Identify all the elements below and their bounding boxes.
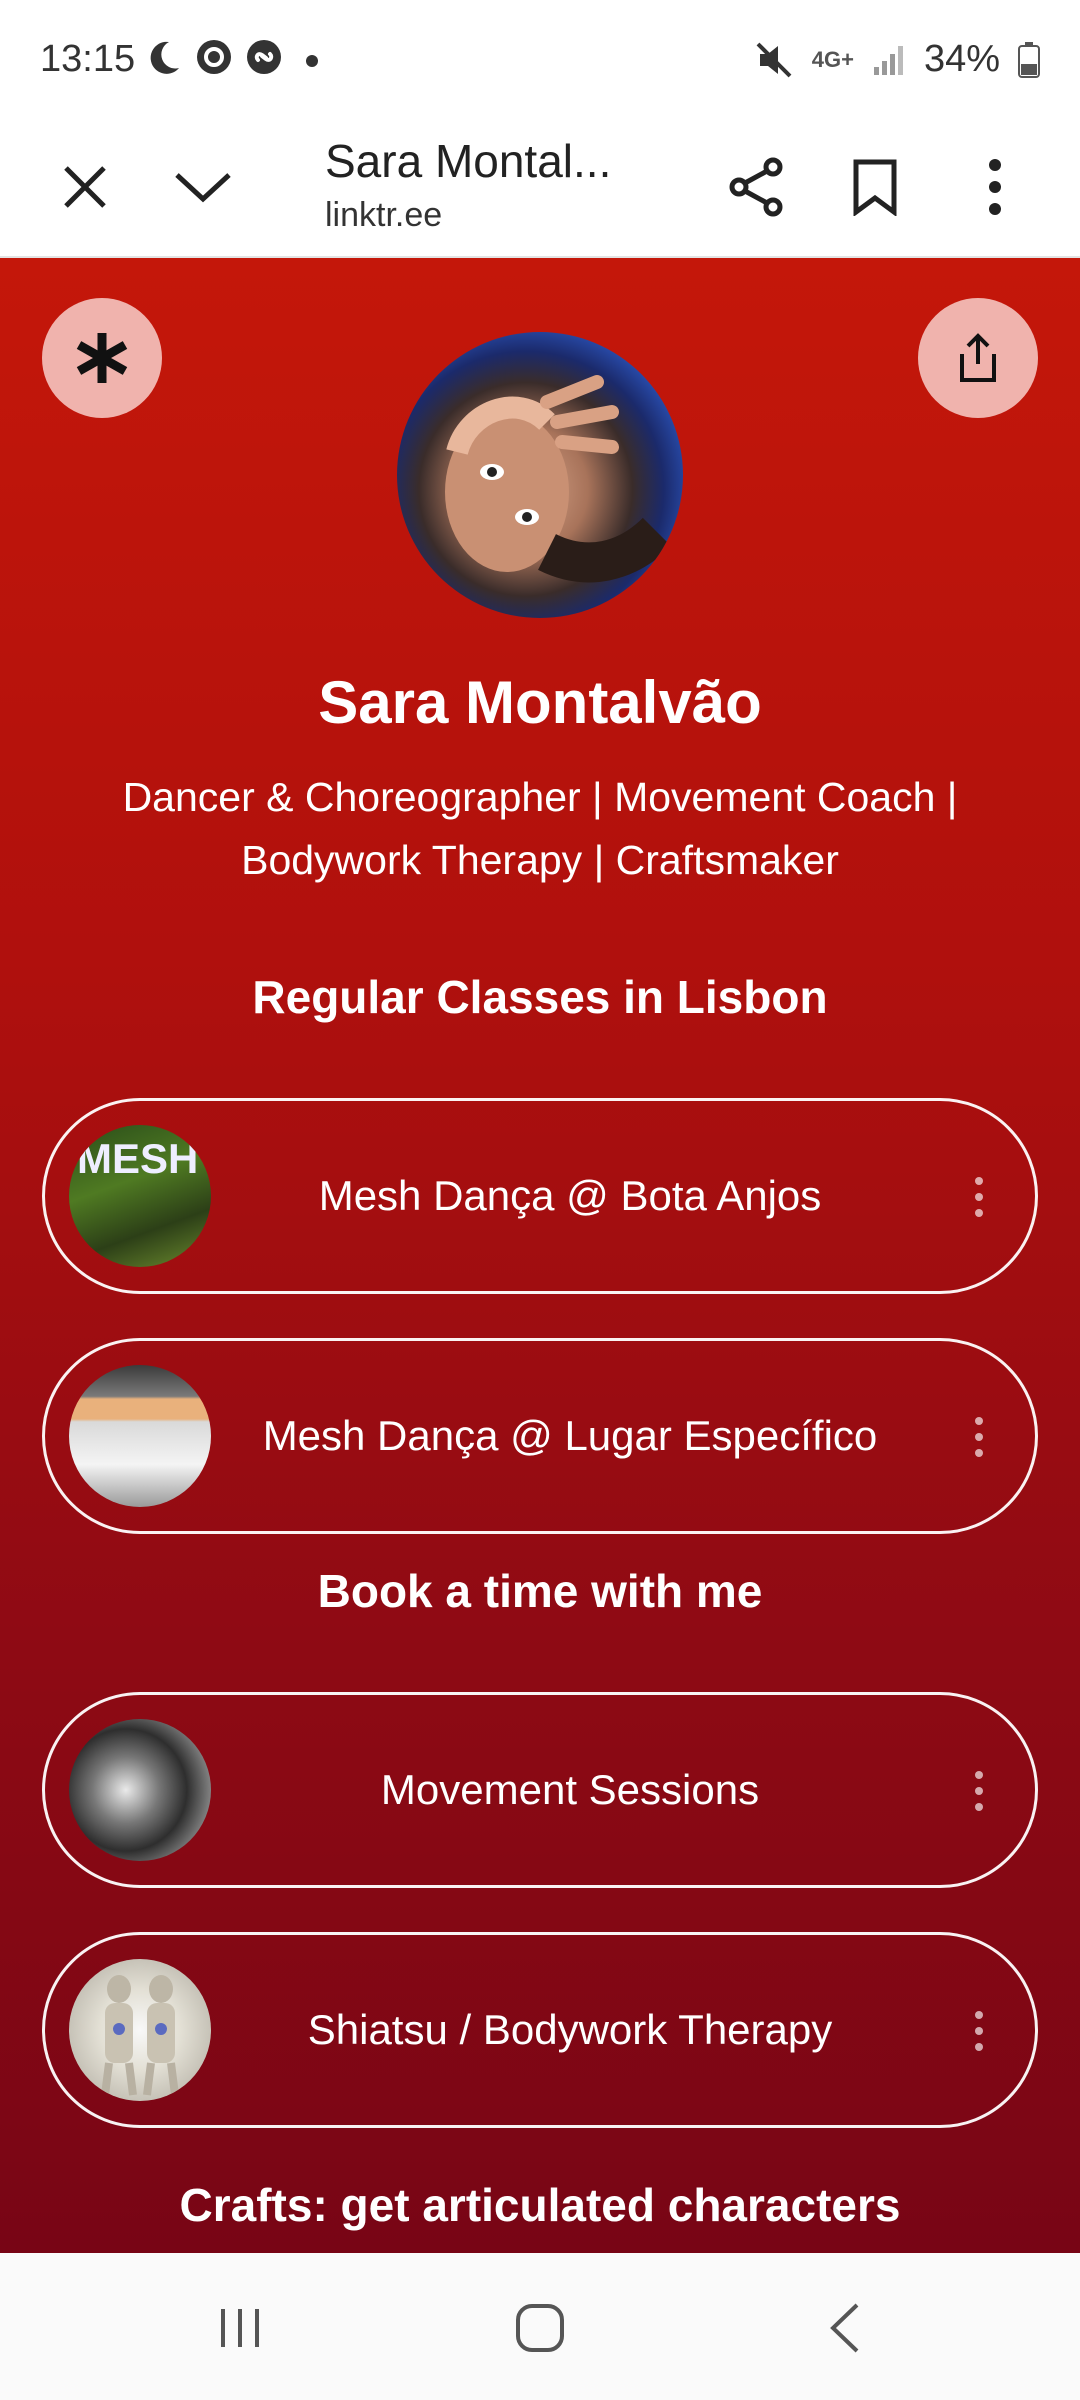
link-thumbnail xyxy=(69,1959,211,2101)
profile-name: Sara Montalvão xyxy=(318,669,762,736)
home-button[interactable] xyxy=(490,2283,590,2373)
notification-dot-icon xyxy=(306,55,318,67)
link-thumbnail: MESH xyxy=(69,1125,211,1267)
share-profile-button[interactable] xyxy=(918,298,1038,418)
link-options-button[interactable] xyxy=(959,1417,999,1457)
link-mesh-danca-bota-anjos[interactable]: MESH Mesh Dança @ Bota Anjos xyxy=(42,1098,1038,1294)
profile-bio: Dancer & Choreographer | Movement Coach … xyxy=(122,774,958,883)
bookmark-button[interactable] xyxy=(830,142,920,232)
link-thumbnail xyxy=(69,1365,211,1507)
link-shiatsu-bodywork[interactable]: Shiatsu / Bodywork Therapy xyxy=(42,1932,1038,2128)
more-vertical-icon xyxy=(989,159,1001,215)
sync-app-icon xyxy=(195,38,233,76)
status-bar: 13:15 4G+ 34% xyxy=(0,0,1080,120)
recent-apps-icon xyxy=(221,2309,259,2347)
link-label: Mesh Dança @ Lugar Específico xyxy=(262,1412,878,1459)
section-heading-classes: Regular Classes in Lisbon xyxy=(252,971,828,1023)
page-url: linktr.ee xyxy=(325,196,443,234)
link-movement-sessions[interactable]: Movement Sessions xyxy=(42,1692,1038,1888)
link-label: Mesh Dança @ Bota Anjos xyxy=(318,1172,822,1219)
browser-toolbar: Sara Montal... linktr.ee xyxy=(0,120,1080,258)
notification-icons xyxy=(145,38,283,76)
shazam-icon xyxy=(245,38,283,76)
system-nav-bar xyxy=(0,2253,1080,2400)
link-thumbnail xyxy=(69,1719,211,1861)
battery-percent: 34% xyxy=(923,38,1000,80)
linktree-page: Sara Montalvão Dancer & Choreographer | … xyxy=(0,258,1080,2253)
recent-apps-button[interactable] xyxy=(190,2283,290,2373)
system-status: 4G+ 34% xyxy=(754,38,1040,81)
thumbnail-text: MESH xyxy=(77,1135,199,1182)
section-heading-booking: Book a time with me xyxy=(317,1565,763,1617)
back-icon xyxy=(830,2303,859,2353)
back-button[interactable] xyxy=(795,2283,895,2373)
battery-icon xyxy=(1018,41,1040,78)
link-label: Movement Sessions xyxy=(380,1766,760,1813)
link-options-button[interactable] xyxy=(959,1177,999,1217)
avatar xyxy=(397,332,683,618)
share-button[interactable] xyxy=(712,142,802,232)
share-icon xyxy=(729,157,783,217)
mute-icon xyxy=(756,42,792,77)
moon-icon xyxy=(145,38,183,76)
bookmark-icon xyxy=(853,159,897,216)
more-options-button[interactable] xyxy=(950,142,1040,232)
network-type-label: 4G+ xyxy=(811,46,854,72)
link-mesh-danca-lugar-especifico[interactable]: Mesh Dança @ Lugar Específico xyxy=(42,1338,1038,1534)
linktree-logo-button[interactable] xyxy=(42,298,162,418)
signal-icon xyxy=(873,45,903,75)
status-time: 13:15 xyxy=(40,38,136,80)
chevron-down-icon xyxy=(175,173,231,203)
link-label: Shiatsu / Bodywork Therapy xyxy=(307,2006,833,2053)
linktree-asterisk-icon xyxy=(76,333,128,383)
page-title: Sara Montal... xyxy=(325,135,612,187)
upload-share-icon xyxy=(960,333,996,382)
section-heading-crafts: Crafts: get articulated characters xyxy=(179,2179,901,2231)
minimize-button[interactable] xyxy=(158,142,248,232)
link-options-button[interactable] xyxy=(959,1771,999,1811)
close-tab-button[interactable] xyxy=(40,142,130,232)
close-icon xyxy=(64,166,106,208)
link-options-button[interactable] xyxy=(959,2011,999,2051)
home-icon xyxy=(516,2304,564,2352)
